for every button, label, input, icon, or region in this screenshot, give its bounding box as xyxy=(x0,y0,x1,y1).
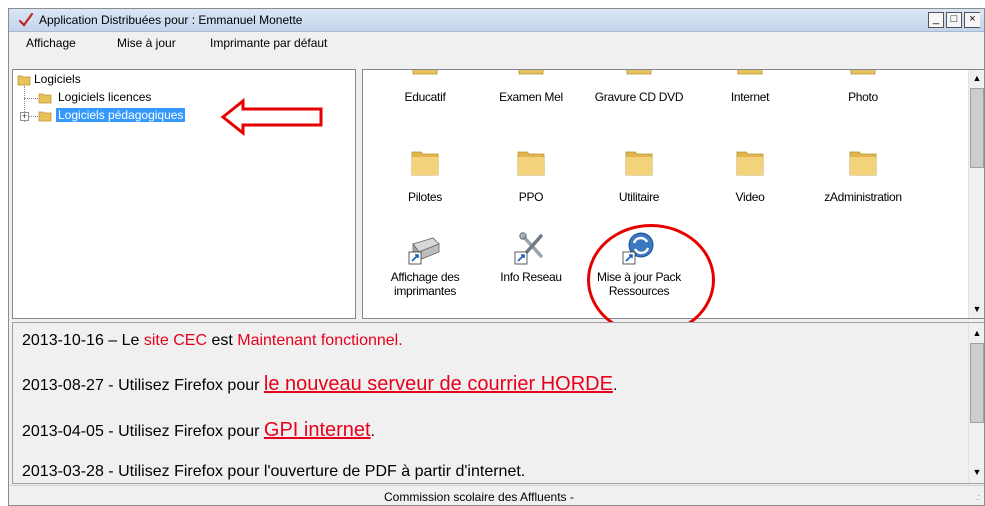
folder-internet[interactable]: Internet xyxy=(700,70,800,104)
scroll-up-icon[interactable]: ▲ xyxy=(969,70,984,87)
tree-root-logiciels[interactable]: Logiciels xyxy=(34,72,81,86)
tree-item-logiciels-pedagogiques[interactable]: Logiciels pédagogiques xyxy=(56,108,186,122)
folder-label: Examen Mel xyxy=(499,90,563,104)
folder-zadministration[interactable]: zAdministration xyxy=(813,146,913,204)
folder-label: PPO xyxy=(518,190,544,204)
horde-link[interactable]: le nouveau serveur de courrier HORDE xyxy=(264,373,613,395)
news-text: 2013-04-05 - Utilisez Firefox pour xyxy=(22,423,264,440)
menu-affichage[interactable]: Affichage xyxy=(26,36,76,50)
folder-icon xyxy=(17,75,31,86)
folder-icon xyxy=(737,70,763,75)
news-line-1: 2013-10-16 – Le site CEC est Maintenant … xyxy=(22,332,403,350)
app-window: Application Distribuées pour : Emmanuel … xyxy=(8,8,985,506)
scroll-thumb[interactable] xyxy=(970,88,984,168)
folder-photo[interactable]: Photo xyxy=(813,70,913,104)
shortcut-label-line1: Info Reseau xyxy=(500,270,562,284)
menu-imprimante-defaut[interactable]: Imprimante par défaut xyxy=(210,36,327,50)
folder-label: Pilotes xyxy=(408,190,442,204)
app-logo-icon xyxy=(18,12,34,27)
shortcut-info-reseau[interactable]: Info Reseau xyxy=(481,230,581,284)
folder-icon xyxy=(626,70,652,75)
folder-icon xyxy=(850,70,876,75)
annotation-circle xyxy=(587,224,715,336)
folder-educatif[interactable]: Educatif xyxy=(375,70,475,104)
icons-scrollbar[interactable]: ▲ ▼ xyxy=(968,70,984,318)
folder-label: zAdministration xyxy=(824,190,902,204)
news-status: Maintenant fonctionnel. xyxy=(237,332,403,349)
news-site-cec-link[interactable]: site CEC xyxy=(144,332,207,349)
expand-toggle[interactable]: + xyxy=(20,112,29,121)
folder-icon xyxy=(38,111,52,122)
gpi-internet-link[interactable]: GPI internet xyxy=(264,419,371,441)
folder-icon xyxy=(517,151,545,176)
news-text: est xyxy=(207,332,238,349)
folder-tree: Logiciels Logiciels licences + Logiciels… xyxy=(12,69,356,319)
news-text: . xyxy=(612,377,618,394)
folder-label: Video xyxy=(735,190,765,204)
news-text: . xyxy=(370,423,376,440)
news-panel: 2013-10-16 – Le site CEC est Maintenant … xyxy=(12,322,984,484)
minimize-button[interactable]: _ xyxy=(928,12,944,28)
close-button[interactable]: × xyxy=(964,12,980,28)
folder-icon xyxy=(412,70,438,75)
folder-label: Utilitaire xyxy=(618,190,660,204)
news-line-3: 2013-04-05 - Utilisez Firefox pour GPI i… xyxy=(22,419,375,442)
folder-examen-mel[interactable]: Examen Mel xyxy=(481,70,581,104)
folder-icon xyxy=(38,93,52,104)
news-scrollbar[interactable]: ▲ ▼ xyxy=(968,323,984,483)
folder-icon xyxy=(411,151,439,176)
menu-bar: Affichage Mise à jour Imprimante par déf… xyxy=(9,32,984,54)
folder-label: Photo xyxy=(848,90,878,104)
status-bar: Commission scolaire des Affluents - .: xyxy=(9,485,984,505)
shortcut-label-line2: imprimantes xyxy=(393,284,457,298)
shortcut-label-line1: Affichage des xyxy=(390,270,460,284)
folder-utilitaire[interactable]: Utilitaire xyxy=(589,146,689,204)
window-title: Application Distribuées pour : Emmanuel … xyxy=(39,13,303,27)
folder-label: Gravure CD DVD xyxy=(594,90,684,104)
scroll-down-icon[interactable]: ▼ xyxy=(969,464,984,481)
shortcut-affichage-imprimantes[interactable]: Affichage des imprimantes xyxy=(375,230,475,298)
tree-item-logiciels-licences[interactable]: Logiciels licences xyxy=(58,90,151,104)
news-text: 2013-08-27 - Utilisez Firefox pour xyxy=(22,377,264,394)
folder-icon xyxy=(625,151,653,176)
folder-gravure-cd-dvd[interactable]: Gravure CD DVD xyxy=(589,70,689,104)
scroll-up-icon[interactable]: ▲ xyxy=(969,325,984,342)
folder-label: Educatif xyxy=(404,90,446,104)
news-text: 2013-03-28 - Utilisez Firefox pour l'ouv… xyxy=(22,463,526,480)
printer-shortcut-icon xyxy=(408,237,440,265)
folder-label: Internet xyxy=(730,90,770,104)
folder-ppo[interactable]: PPO xyxy=(481,146,581,204)
folder-icon xyxy=(518,70,544,75)
scroll-down-icon[interactable]: ▼ xyxy=(969,301,984,318)
title-bar: Application Distribuées pour : Emmanuel … xyxy=(9,9,984,32)
menu-mise-a-jour[interactable]: Mise à jour xyxy=(117,36,176,50)
resize-grip-icon[interactable]: .: xyxy=(975,492,980,502)
annotation-arrow-icon xyxy=(221,98,323,136)
folder-icon xyxy=(736,151,764,176)
news-date: 2013-10-16 – Le xyxy=(22,332,144,349)
folder-pilotes[interactable]: Pilotes xyxy=(375,146,475,204)
scroll-thumb[interactable] xyxy=(970,343,984,423)
folder-icon xyxy=(849,151,877,176)
news-line-4: 2013-03-28 - Utilisez Firefox pour l'ouv… xyxy=(22,463,525,481)
status-text: Commission scolaire des Affluents - xyxy=(384,490,574,504)
news-line-2: 2013-08-27 - Utilisez Firefox pour le no… xyxy=(22,373,617,396)
maximize-button[interactable]: □ xyxy=(946,12,962,28)
tools-shortcut-icon xyxy=(514,232,543,265)
folder-video[interactable]: Video xyxy=(700,146,800,204)
